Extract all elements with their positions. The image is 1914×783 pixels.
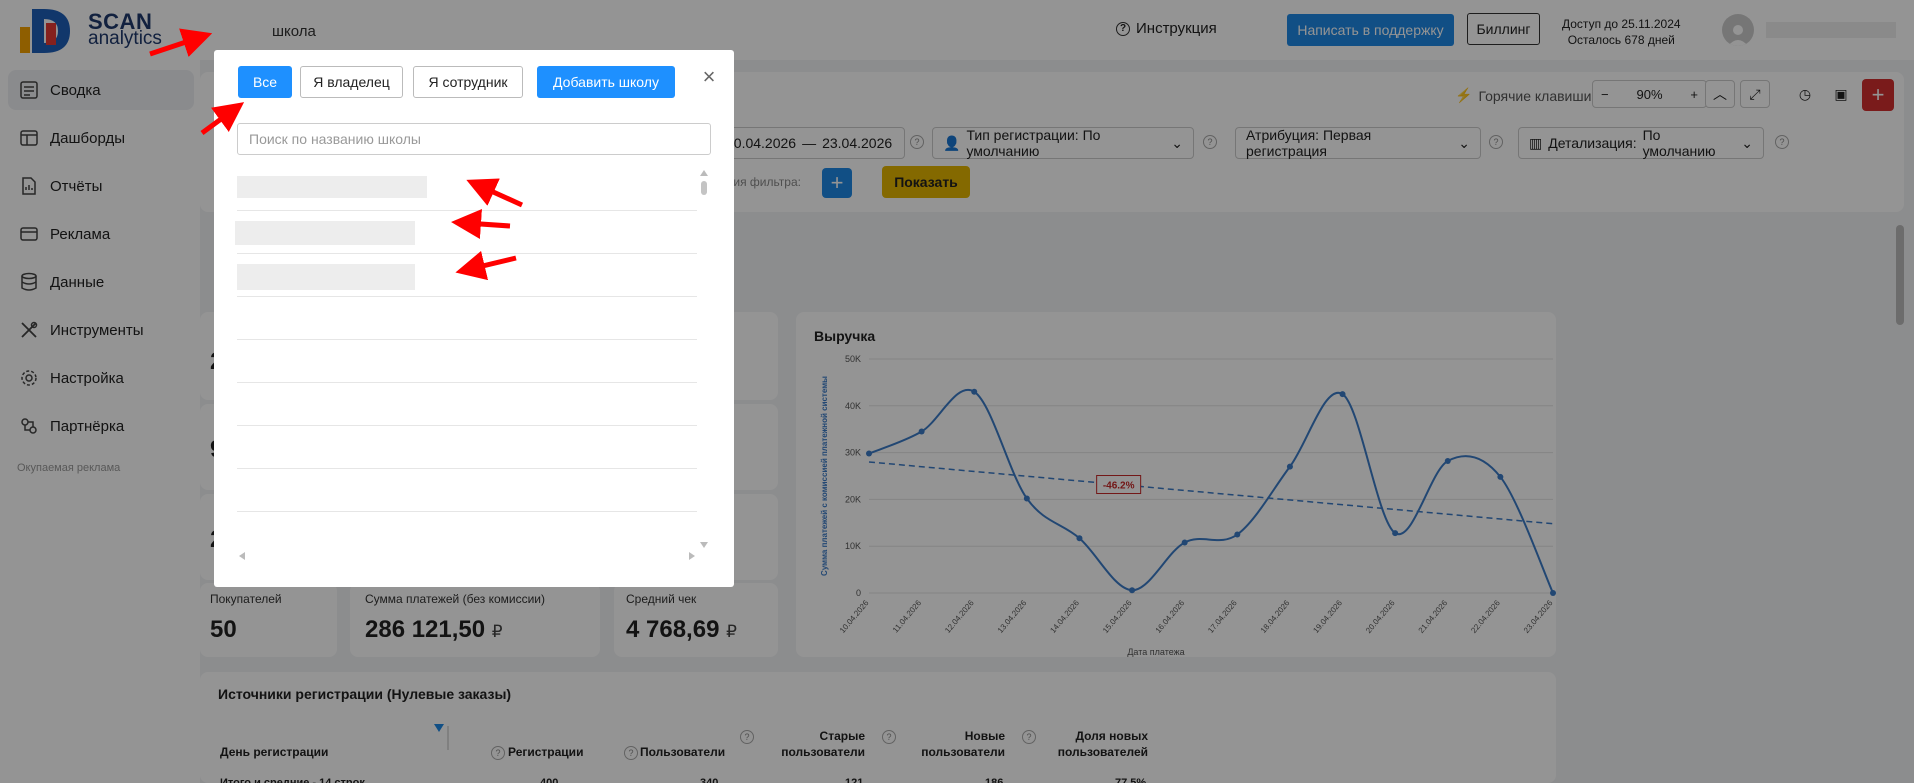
tab-all[interactable]: Все xyxy=(238,66,292,98)
school-list-item[interactable] xyxy=(237,340,697,383)
school-list-item[interactable] xyxy=(237,254,697,297)
school-name-placeholder xyxy=(237,176,427,198)
school-select-modal: Все Я владелец Я сотрудник Добавить школ… xyxy=(214,50,734,587)
scroll-left-arrow-icon xyxy=(239,552,245,560)
school-list-item[interactable] xyxy=(235,211,697,254)
scroll-thumb xyxy=(701,181,707,195)
school-list-item[interactable] xyxy=(237,469,697,512)
school-search-input[interactable] xyxy=(237,123,711,155)
school-name-placeholder xyxy=(237,264,415,290)
school-list-item[interactable] xyxy=(237,383,697,426)
school-list-item[interactable] xyxy=(237,297,697,340)
scroll-down-arrow-icon xyxy=(700,542,708,548)
school-name-placeholder xyxy=(235,221,415,245)
scroll-up-arrow-icon xyxy=(700,170,708,176)
vertical-scrollbar[interactable] xyxy=(698,168,710,550)
close-icon[interactable]: × xyxy=(697,65,721,89)
school-list-item[interactable] xyxy=(237,168,697,211)
school-list-item[interactable] xyxy=(237,426,697,469)
horizontal-scrollbar[interactable] xyxy=(237,550,697,562)
tab-employee[interactable]: Я сотрудник xyxy=(413,66,523,98)
scroll-right-arrow-icon xyxy=(689,552,695,560)
add-school-button[interactable]: Добавить школу xyxy=(537,66,675,98)
tab-owner[interactable]: Я владелец xyxy=(300,66,403,98)
